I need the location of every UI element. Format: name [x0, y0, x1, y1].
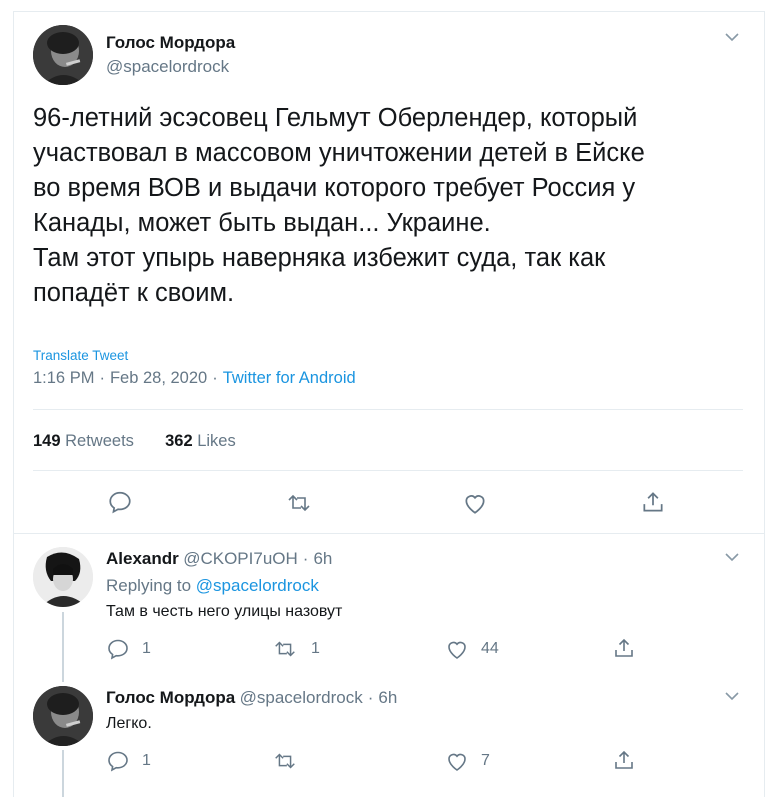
retweets-stat[interactable]: 149 Retweets — [33, 432, 134, 450]
separator: · — [99, 369, 105, 387]
reply-age[interactable]: 6h — [378, 688, 397, 707]
thread-line — [62, 750, 64, 797]
like-count: 44 — [481, 640, 499, 657]
avatar[interactable] — [33, 686, 93, 746]
divider — [14, 533, 765, 534]
reply-age[interactable]: 6h — [313, 549, 332, 568]
avatar[interactable] — [33, 25, 93, 85]
reply-count: 1 — [142, 640, 151, 657]
reply-text: Легко. — [106, 715, 152, 732]
retweet-icon[interactable] — [272, 749, 298, 778]
avatar[interactable] — [33, 547, 93, 607]
tweet-text-line: Там этот упырь наверняка избежит суда, т… — [33, 244, 606, 272]
replying-to: Replying to @spacelordrock — [106, 576, 319, 596]
tweet-meta: 1:16 PM · Feb 28, 2020 · Twitter for Android — [33, 369, 356, 388]
tweet-text-line: 96-летний эсэсовец Гельмут Оберлендер, к… — [33, 104, 638, 132]
tweet-text-line: Канады, может быть выдан... Украине. — [33, 209, 491, 237]
chevron-down-icon[interactable] — [724, 689, 740, 707]
like-icon[interactable] — [445, 637, 469, 666]
chevron-down-icon[interactable] — [724, 550, 740, 568]
retweets-label: Retweets — [65, 432, 134, 450]
replying-to-link[interactable]: @spacelordrock — [196, 576, 319, 595]
reply-icon[interactable] — [106, 637, 130, 666]
author-handle[interactable]: @spacelordrock — [240, 688, 363, 707]
divider — [33, 470, 743, 471]
retweet-icon[interactable] — [285, 490, 313, 521]
tweet-text-line: участвовал в массовом уничтожении детей … — [33, 139, 645, 167]
tweet-source-link[interactable]: Twitter for Android — [223, 369, 356, 387]
tweet-stats: 149 Retweets 362 Likes — [33, 432, 236, 451]
likes-stat[interactable]: 362 Likes — [165, 432, 236, 450]
author-handle[interactable]: @spacelordrock — [106, 57, 229, 77]
author-name[interactable]: Голос Мордора — [106, 33, 235, 53]
tweet-time[interactable]: 1:16 PM — [33, 369, 94, 387]
reply-text: Там в честь него улицы назовут — [106, 603, 343, 620]
reply-count: 1 — [142, 752, 151, 769]
tweet-text-line: во время ВОВ и выдачи которого требует Р… — [33, 174, 636, 202]
share-icon[interactable] — [612, 636, 636, 665]
likes-count: 362 — [165, 432, 193, 450]
reply-header: Alexandr @CKOPI7uOH · 6h — [106, 549, 332, 569]
tweet-date[interactable]: Feb 28, 2020 — [110, 369, 207, 387]
like-icon[interactable] — [462, 490, 488, 521]
retweet-icon[interactable] — [272, 637, 298, 666]
separator: · — [302, 549, 309, 568]
separator: · — [367, 688, 374, 707]
replying-prefix: Replying to — [106, 576, 192, 595]
chevron-down-icon[interactable] — [724, 30, 740, 48]
translate-tweet-link[interactable]: Translate Tweet — [33, 348, 128, 363]
tweet-text-line: попадёт к своим. — [33, 279, 235, 307]
reply-header: Голос Мордора @spacelordrock · 6h — [106, 688, 397, 708]
separator: · — [212, 369, 218, 387]
reply-icon[interactable] — [107, 489, 133, 520]
reply-icon[interactable] — [106, 749, 130, 778]
like-icon[interactable] — [445, 749, 469, 778]
thread-line — [62, 612, 64, 682]
likes-label: Likes — [197, 432, 236, 450]
like-count: 7 — [481, 752, 490, 769]
author-handle[interactable]: @CKOPI7uOH — [183, 549, 298, 568]
author-name[interactable]: Голос Мордора — [106, 688, 235, 707]
share-icon[interactable] — [612, 748, 636, 777]
retweets-count: 149 — [33, 432, 61, 450]
retweet-count: 1 — [311, 640, 320, 657]
tweet-text: 96-летний эсэсовец Гельмут Оберлендер, к… — [33, 101, 645, 311]
share-icon[interactable] — [640, 489, 666, 520]
divider — [33, 409, 743, 410]
author-name[interactable]: Alexandr — [106, 549, 179, 568]
